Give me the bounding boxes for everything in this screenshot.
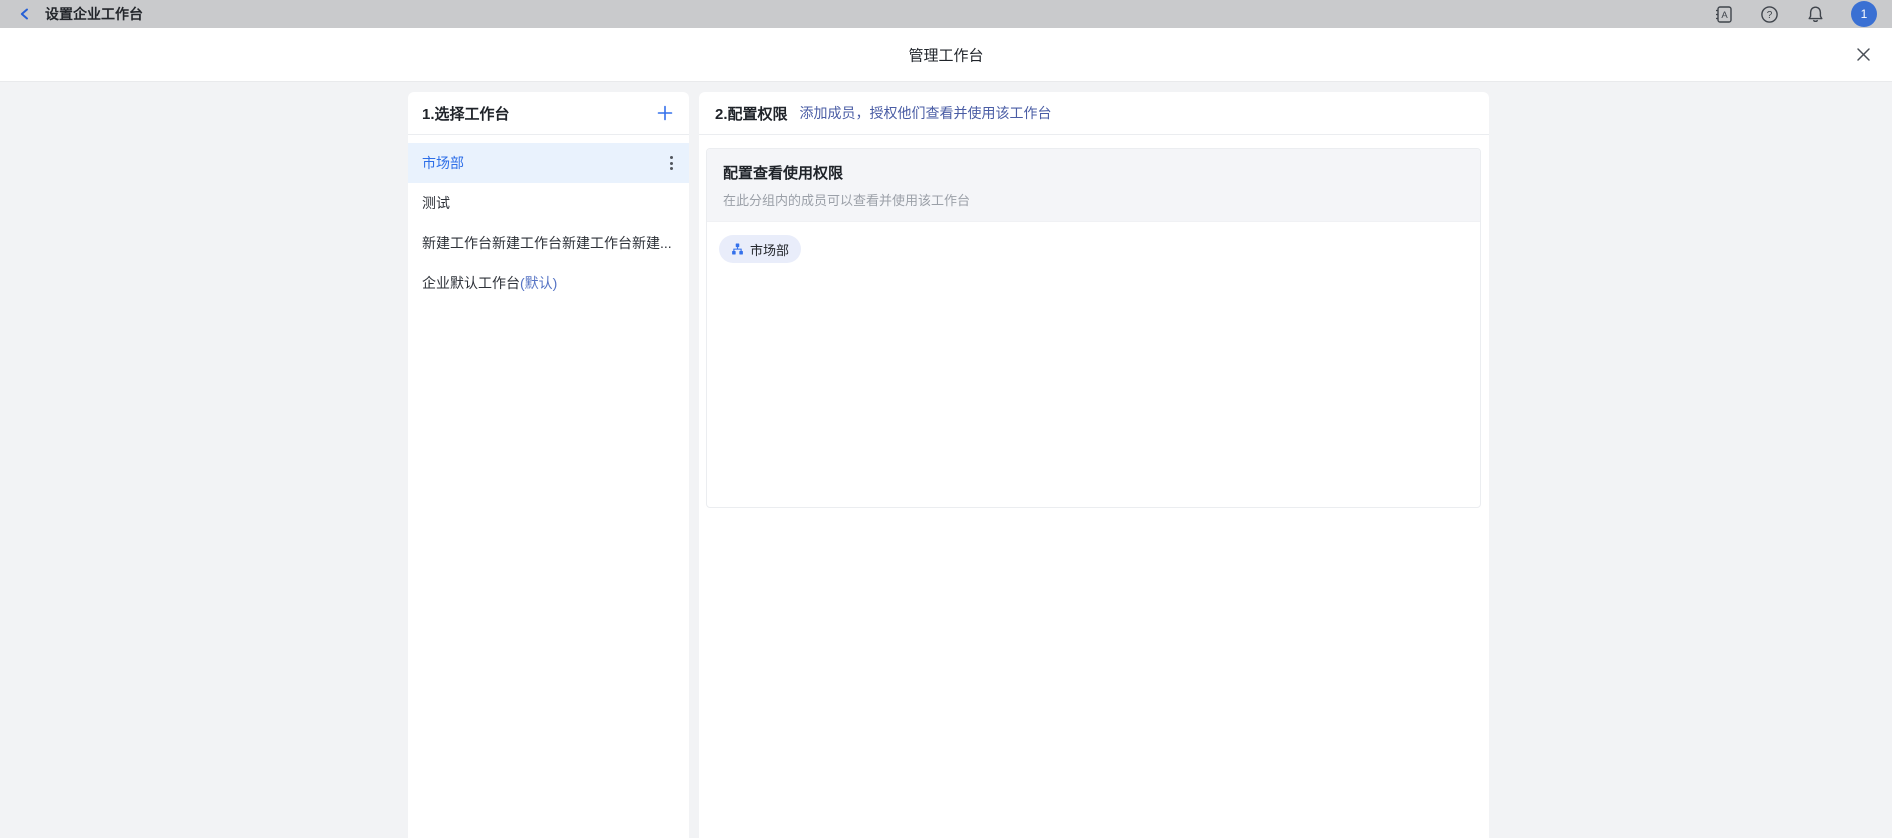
app-bar-actions: A ? 1 bbox=[1713, 1, 1877, 27]
workspace-item[interactable]: 新建工作台新建工作台新建工作台新建... bbox=[408, 223, 689, 263]
help-icon[interactable]: ? bbox=[1759, 4, 1779, 24]
more-options-icon[interactable] bbox=[668, 152, 675, 174]
default-badge: (默认) bbox=[520, 273, 557, 293]
workspace-list: 市场部 测试 新建工作台新建工作台新建工作台新建... 企业默认工作台(默认) bbox=[408, 135, 689, 303]
workspace-item-label: 新建工作台新建工作台新建工作台新建... bbox=[422, 233, 672, 253]
workspace-item-label: 企业默认工作台 bbox=[422, 273, 520, 293]
workspace-list-panel: 1.选择工作台 市场部 测试 新建工作台新建工作台新建工作台新建... 企业默认… bbox=[408, 92, 689, 838]
permission-box-body: 市场部 bbox=[707, 222, 1480, 276]
address-book-icon[interactable]: A bbox=[1713, 4, 1733, 24]
permission-box-title: 配置查看使用权限 bbox=[723, 162, 1464, 183]
app-top-bar: 设置企业工作台 A ? 1 bbox=[0, 0, 1892, 28]
permission-box: 配置查看使用权限 在此分组内的成员可以查看并使用该工作台 市场部 bbox=[706, 148, 1481, 508]
back-nav[interactable]: 设置企业工作台 bbox=[15, 4, 143, 24]
workspace-item-label: 市场部 bbox=[422, 153, 464, 173]
modal-title-bar: 管理工作台 bbox=[0, 28, 1892, 82]
page-title: 设置企业工作台 bbox=[45, 4, 143, 24]
add-workspace-button[interactable] bbox=[655, 103, 675, 123]
add-member-link[interactable]: 添加成员，授权他们查看并使用该工作台 bbox=[800, 103, 1052, 123]
workspace-item-selected[interactable]: 市场部 bbox=[408, 143, 689, 183]
department-chip-label: 市场部 bbox=[750, 240, 789, 259]
user-avatar[interactable]: 1 bbox=[1851, 1, 1877, 27]
notification-bell-icon[interactable] bbox=[1805, 4, 1825, 24]
permission-panel: 2.配置权限 添加成员，授权他们查看并使用该工作台 配置查看使用权限 在此分组内… bbox=[699, 92, 1489, 838]
svg-text:?: ? bbox=[1766, 10, 1772, 21]
modal-title: 管理工作台 bbox=[908, 44, 983, 65]
permission-header: 2.配置权限 添加成员，授权他们查看并使用该工作台 bbox=[699, 92, 1489, 135]
permission-box-header: 配置查看使用权限 在此分组内的成员可以查看并使用该工作台 bbox=[707, 149, 1480, 222]
department-chip[interactable]: 市场部 bbox=[719, 235, 801, 263]
org-structure-icon bbox=[731, 243, 744, 256]
permission-title: 2.配置权限 bbox=[715, 103, 788, 124]
workspace-item[interactable]: 测试 bbox=[408, 183, 689, 223]
workspace-list-header: 1.选择工作台 bbox=[408, 92, 689, 135]
back-chevron-icon[interactable] bbox=[15, 4, 35, 24]
workspace-item[interactable]: 企业默认工作台(默认) bbox=[408, 263, 689, 303]
close-icon[interactable] bbox=[1852, 44, 1874, 66]
workspace-list-title: 1.选择工作台 bbox=[422, 103, 510, 124]
workspace-item-label: 测试 bbox=[422, 193, 450, 213]
svg-text:A: A bbox=[1721, 10, 1728, 21]
permission-box-subtitle: 在此分组内的成员可以查看并使用该工作台 bbox=[723, 190, 1464, 209]
